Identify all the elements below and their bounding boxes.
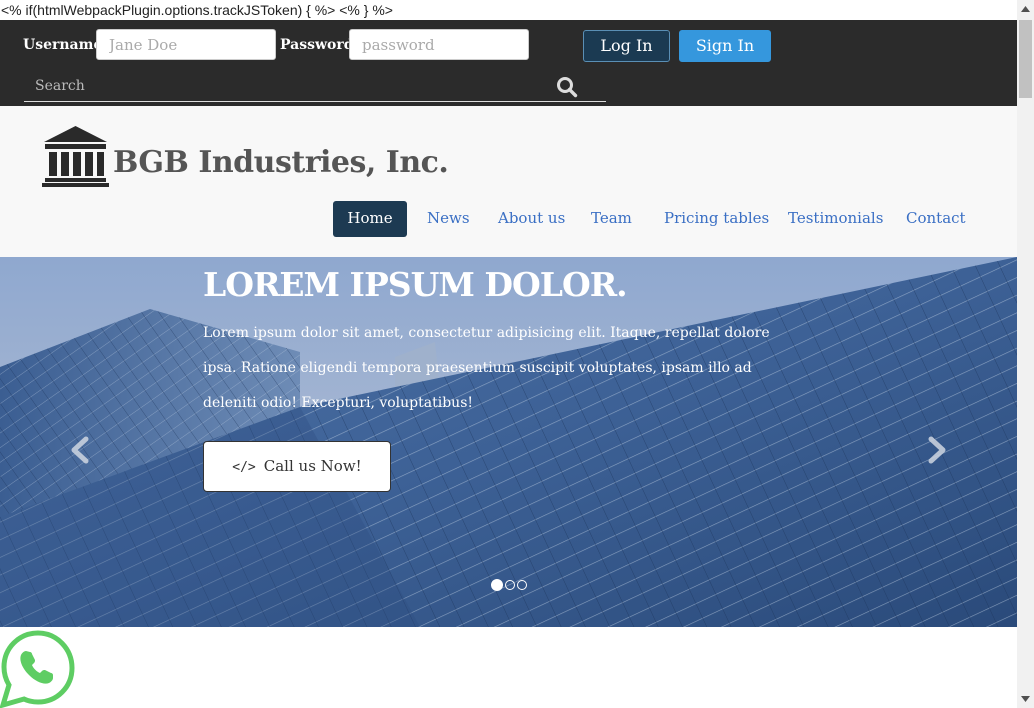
search-bar (24, 70, 606, 102)
password-label: Password: (280, 37, 359, 53)
nav-about-us[interactable]: About us (498, 201, 565, 237)
chevron-right-icon[interactable] (925, 435, 951, 465)
call-us-button[interactable]: </> Call us Now! (203, 441, 391, 492)
nav-news[interactable]: News (427, 201, 470, 237)
login-bar: Username: Password: Log In Sign In (0, 20, 1017, 106)
username-label: Username: (23, 37, 108, 53)
chevron-left-icon[interactable] (66, 435, 92, 465)
scroll-up-arrow-icon[interactable] (1021, 6, 1030, 12)
carousel-dot[interactable] (517, 580, 527, 590)
nav-pricing-tables[interactable]: Pricing tables (664, 201, 769, 237)
hero-title: LOREM IPSUM DOLOR. (203, 265, 628, 304)
username-input[interactable] (96, 29, 276, 60)
brand-name[interactable]: BGB Industries, Inc. (113, 145, 449, 180)
search-input[interactable] (24, 70, 557, 102)
site-header: BGB Industries, Inc. Home News About us … (0, 106, 1017, 257)
carousel-dot[interactable] (505, 580, 515, 590)
hero-carousel: LOREM IPSUM DOLOR. Lorem ipsum dolor sit… (0, 257, 1017, 627)
search-icon[interactable] (556, 76, 578, 98)
scrollbar-thumb[interactable] (1019, 20, 1032, 98)
skyscraper-background-image (0, 257, 1017, 627)
password-input[interactable] (349, 29, 529, 60)
call-us-label: Call us Now! (263, 457, 362, 475)
signin-button[interactable]: Sign In (679, 30, 771, 62)
vertical-scrollbar[interactable] (1017, 0, 1034, 708)
bank-building-icon[interactable] (42, 125, 109, 187)
template-code-line: <% if(htmlWebpackPlugin.options.trackJST… (0, 0, 1018, 20)
nav-contact[interactable]: Contact (906, 201, 966, 237)
hero-text: Lorem ipsum dolor sit amet, consectetur … (203, 325, 770, 411)
login-button[interactable]: Log In (583, 30, 670, 62)
code-icon: </> (232, 460, 256, 475)
carousel-dot[interactable] (491, 579, 503, 591)
whatsapp-icon[interactable] (0, 629, 76, 708)
nav-testimonials[interactable]: Testimonials (788, 201, 883, 237)
nav-home[interactable]: Home (333, 201, 407, 237)
scroll-down-arrow-icon[interactable] (1021, 696, 1030, 702)
nav-team[interactable]: Team (591, 201, 632, 237)
